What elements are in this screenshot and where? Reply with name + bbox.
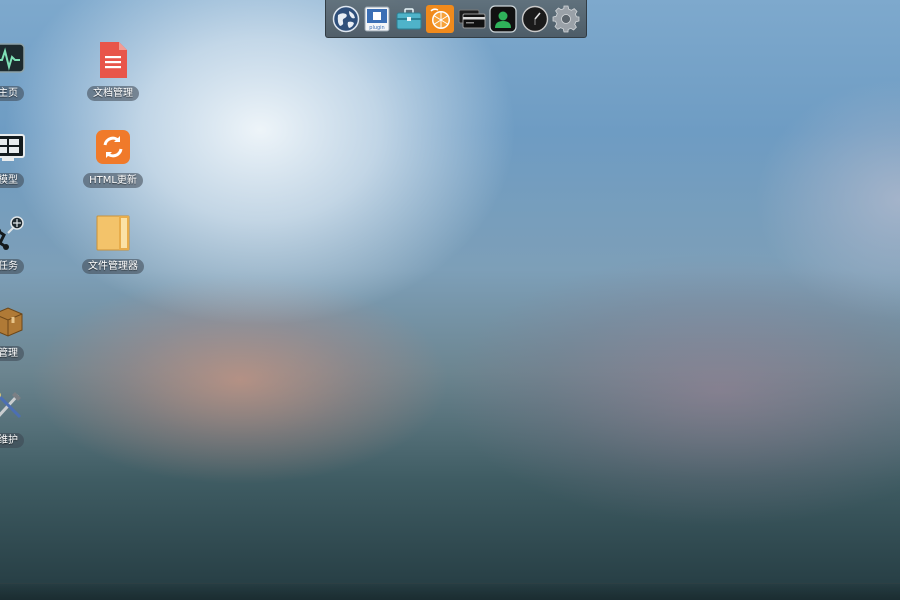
- grid-screen-icon: [0, 134, 25, 161]
- cards-icon: [458, 9, 486, 28]
- monitor-pulse-icon: [0, 43, 25, 73]
- desktop-icon-home[interactable]: 主页: [0, 40, 48, 110]
- desktop-icon-label: 文件管理器: [82, 259, 144, 274]
- folder-icon: [96, 215, 130, 251]
- dock-plugin[interactable]: plugin: [363, 4, 392, 33]
- globe-icon: [332, 5, 359, 32]
- desktop: plugin 主页 模型 任务 管理 维护 文档管理 HTML更新 文件管理器: [0, 0, 900, 600]
- desktop-icon-task[interactable]: 任务: [0, 213, 48, 283]
- desktop-icon-label: 管理: [0, 346, 24, 361]
- box-icon: [0, 307, 23, 337]
- desktop-icon-manage[interactable]: 管理: [0, 300, 48, 370]
- clock-icon: [521, 5, 548, 32]
- desktop-icon-file-manager[interactable]: 文件管理器: [73, 213, 153, 283]
- dock-toolbox[interactable]: [394, 4, 423, 33]
- desktop-icon-label: 文档管理: [87, 86, 139, 101]
- dock-settings[interactable]: [552, 4, 581, 33]
- dock-cards[interactable]: [457, 4, 486, 33]
- refresh-icon: [96, 130, 130, 164]
- dock-globe[interactable]: [331, 4, 360, 33]
- desktop-icon-label: 维护: [0, 433, 24, 448]
- desktop-icon-label: 主页: [0, 86, 24, 101]
- desktop-icon-label: HTML更新: [83, 173, 143, 188]
- taskbar: [0, 583, 900, 600]
- network-task-icon: [0, 216, 24, 250]
- tools-icon: [0, 392, 22, 419]
- document-icon: [100, 42, 127, 78]
- desktop-icon-label: 模型: [0, 173, 24, 188]
- desktop-icon-maintain[interactable]: 维护: [0, 387, 48, 457]
- dock-clock[interactable]: [520, 4, 549, 33]
- dock-orange[interactable]: [426, 4, 455, 33]
- user-icon: [489, 4, 517, 33]
- toolbox-icon: [396, 7, 422, 29]
- top-dock: plugin: [325, 0, 587, 38]
- dock-user[interactable]: [489, 4, 518, 33]
- gear-icon: [552, 5, 580, 32]
- desktop-icon-doc-manage[interactable]: 文档管理: [73, 40, 153, 110]
- desktop-icon-label: 任务: [0, 259, 24, 274]
- desktop-icon-html-update[interactable]: HTML更新: [73, 127, 153, 197]
- orange-icon: [426, 4, 455, 33]
- desktop-icon-model[interactable]: 模型: [0, 127, 48, 197]
- plugin-caption: plugin: [370, 25, 385, 31]
- plugin-icon: plugin: [364, 6, 390, 31]
